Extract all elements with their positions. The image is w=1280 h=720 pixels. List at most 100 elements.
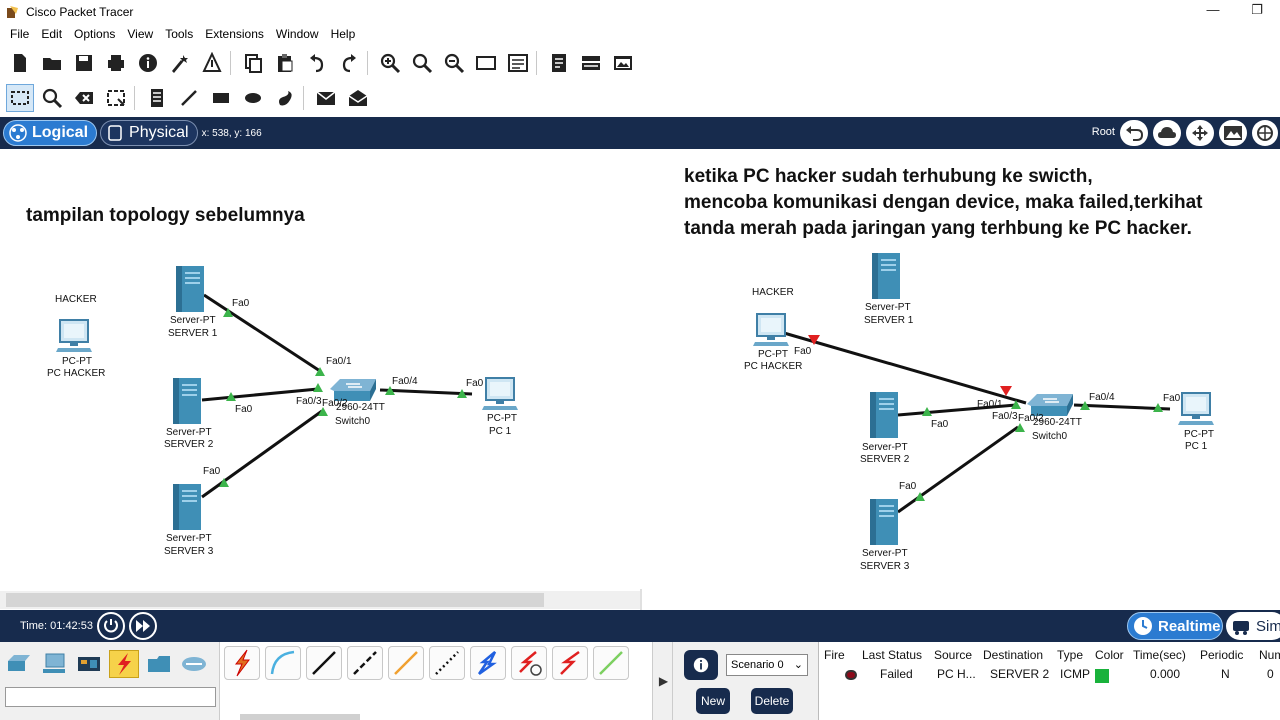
- menu-help[interactable]: Help: [325, 27, 362, 41]
- zoom-out-icon[interactable]: [440, 49, 468, 77]
- server1-device-icon-r[interactable]: [872, 253, 900, 299]
- move-object-icon[interactable]: [1186, 120, 1214, 146]
- menu-tools[interactable]: Tools: [159, 27, 199, 41]
- paste-icon[interactable]: [271, 49, 299, 77]
- draw-rectangle-icon[interactable]: [207, 84, 235, 112]
- fiber-icon[interactable]: [388, 646, 424, 680]
- new-scenario-button[interactable]: New: [696, 688, 730, 714]
- delete-scenario-button[interactable]: Delete: [751, 688, 793, 714]
- draw-line-icon[interactable]: [175, 84, 203, 112]
- horizontal-scrollbar-thumb[interactable]: [6, 593, 544, 607]
- simulation-mode-button[interactable]: Sim: [1226, 612, 1280, 640]
- pc1-device-icon[interactable]: [481, 377, 519, 411]
- serial-dte-icon[interactable]: [552, 646, 588, 680]
- menu-window[interactable]: Window: [270, 27, 325, 41]
- server2-device-icon[interactable]: [173, 378, 201, 424]
- misc-icon[interactable]: [144, 650, 174, 678]
- draw-ellipse-icon[interactable]: [239, 84, 267, 112]
- switch-port-fa01-r: Fa0/1: [977, 399, 1003, 410]
- menu-view[interactable]: View: [121, 27, 159, 41]
- undo-icon[interactable]: [303, 49, 331, 77]
- print-icon[interactable]: [102, 49, 130, 77]
- save-icon[interactable]: [70, 49, 98, 77]
- network-information-icon[interactable]: [198, 49, 226, 77]
- inspect-icon[interactable]: [38, 84, 66, 112]
- scenario-select[interactable]: Scenario 0 ⌄: [726, 654, 808, 676]
- server3-device-icon-r[interactable]: [870, 499, 898, 545]
- connections-icon[interactable]: [109, 650, 139, 678]
- restore-button[interactable]: ❐: [1242, 2, 1272, 18]
- end-devices-icon[interactable]: [39, 650, 69, 678]
- tab-logical[interactable]: Logical: [3, 120, 98, 146]
- toolbar-separator: [367, 51, 368, 75]
- resize-shape-icon[interactable]: [102, 84, 130, 112]
- viewport-icon[interactable]: [577, 49, 605, 77]
- copy-icon[interactable]: [239, 49, 267, 77]
- console-cable-icon[interactable]: [265, 646, 301, 680]
- switch-model-r: 2960-24TT: [1033, 417, 1082, 428]
- logical-workspace-canvas[interactable]: tampilan topology sebelumnya ketika PC h…: [0, 149, 1280, 610]
- pc-hacker-name: PC HACKER: [47, 368, 105, 379]
- image-icon[interactable]: [609, 49, 637, 77]
- automatic-cable-icon[interactable]: [224, 646, 260, 680]
- realtime-mode-button[interactable]: Realtime: [1127, 612, 1223, 640]
- menu-extensions[interactable]: Extensions: [199, 27, 270, 41]
- custom-device-dialog-icon[interactable]: [504, 49, 532, 77]
- link-server3-switch[interactable]: [201, 409, 323, 499]
- fast-forward-time-icon[interactable]: [128, 612, 157, 640]
- drawing-palette-icon[interactable]: [472, 49, 500, 77]
- redo-icon[interactable]: [335, 49, 363, 77]
- pdu-list-icon[interactable]: [545, 49, 573, 77]
- menu-file[interactable]: File: [4, 27, 35, 41]
- add-complex-pdu-icon[interactable]: [344, 84, 372, 112]
- cable-palette-scrollbar[interactable]: [240, 714, 360, 720]
- row-destination: SERVER 2: [990, 667, 1050, 681]
- viewport-globe-icon[interactable]: [1252, 120, 1278, 146]
- add-simple-pdu-icon[interactable]: [312, 84, 340, 112]
- new-file-icon[interactable]: [6, 49, 34, 77]
- open-folder-icon[interactable]: [38, 49, 66, 77]
- set-background-icon[interactable]: [1219, 120, 1247, 146]
- phone-cable-icon[interactable]: [429, 646, 465, 680]
- pc-hacker-device-icon-r[interactable]: [752, 313, 790, 347]
- pc1-port-r: Fa0: [1163, 393, 1181, 404]
- network-devices-icon[interactable]: [4, 650, 34, 678]
- fire-indicator-icon[interactable]: [845, 670, 857, 680]
- coaxial-icon[interactable]: [470, 646, 506, 680]
- link-server1-switch[interactable]: [203, 293, 321, 373]
- multiuser-icon[interactable]: [179, 650, 209, 678]
- activity-wizard-icon[interactable]: [166, 49, 194, 77]
- copper-straight-icon[interactable]: [306, 646, 342, 680]
- copper-cross-icon[interactable]: [347, 646, 383, 680]
- device-search-input[interactable]: [5, 687, 216, 707]
- tab-physical[interactable]: Physical: [100, 120, 198, 146]
- server3-device-icon[interactable]: [173, 484, 201, 530]
- zoom-in-icon[interactable]: [376, 49, 404, 77]
- zoom-reset-icon[interactable]: [408, 49, 436, 77]
- info-icon[interactable]: [134, 49, 162, 77]
- pc-hacker-device-icon[interactable]: [55, 319, 93, 353]
- power-cycle-devices-icon[interactable]: [96, 612, 125, 640]
- components-icon[interactable]: [74, 650, 104, 678]
- menu-options[interactable]: Options: [68, 27, 121, 41]
- octal-cable-icon[interactable]: [593, 646, 629, 680]
- select-icon[interactable]: [6, 84, 34, 112]
- place-note-icon[interactable]: [143, 84, 171, 112]
- server2-device-icon-r[interactable]: [870, 392, 898, 438]
- cluster-icon[interactable]: [1153, 120, 1181, 146]
- scenario-info-icon[interactable]: [684, 650, 718, 680]
- pc-hacker-port-r: Fa0: [794, 346, 812, 357]
- pc1-device-icon-r[interactable]: [1177, 392, 1215, 426]
- server1-device-icon[interactable]: [176, 266, 204, 312]
- back-icon[interactable]: [1120, 120, 1148, 146]
- freeform-icon[interactable]: [271, 84, 299, 112]
- link-hacker-switch[interactable]: [783, 331, 1027, 405]
- serial-dce-icon[interactable]: [511, 646, 547, 680]
- collapse-arrow-icon[interactable]: ▶: [655, 642, 673, 720]
- server2-name: SERVER 2: [164, 439, 214, 450]
- minimize-button[interactable]: —: [1198, 2, 1228, 17]
- delete-icon[interactable]: [70, 84, 98, 112]
- server2-port-r: Fa0: [931, 419, 949, 430]
- menu-edit[interactable]: Edit: [35, 27, 68, 41]
- tab-physical-label: Physical: [129, 124, 189, 141]
